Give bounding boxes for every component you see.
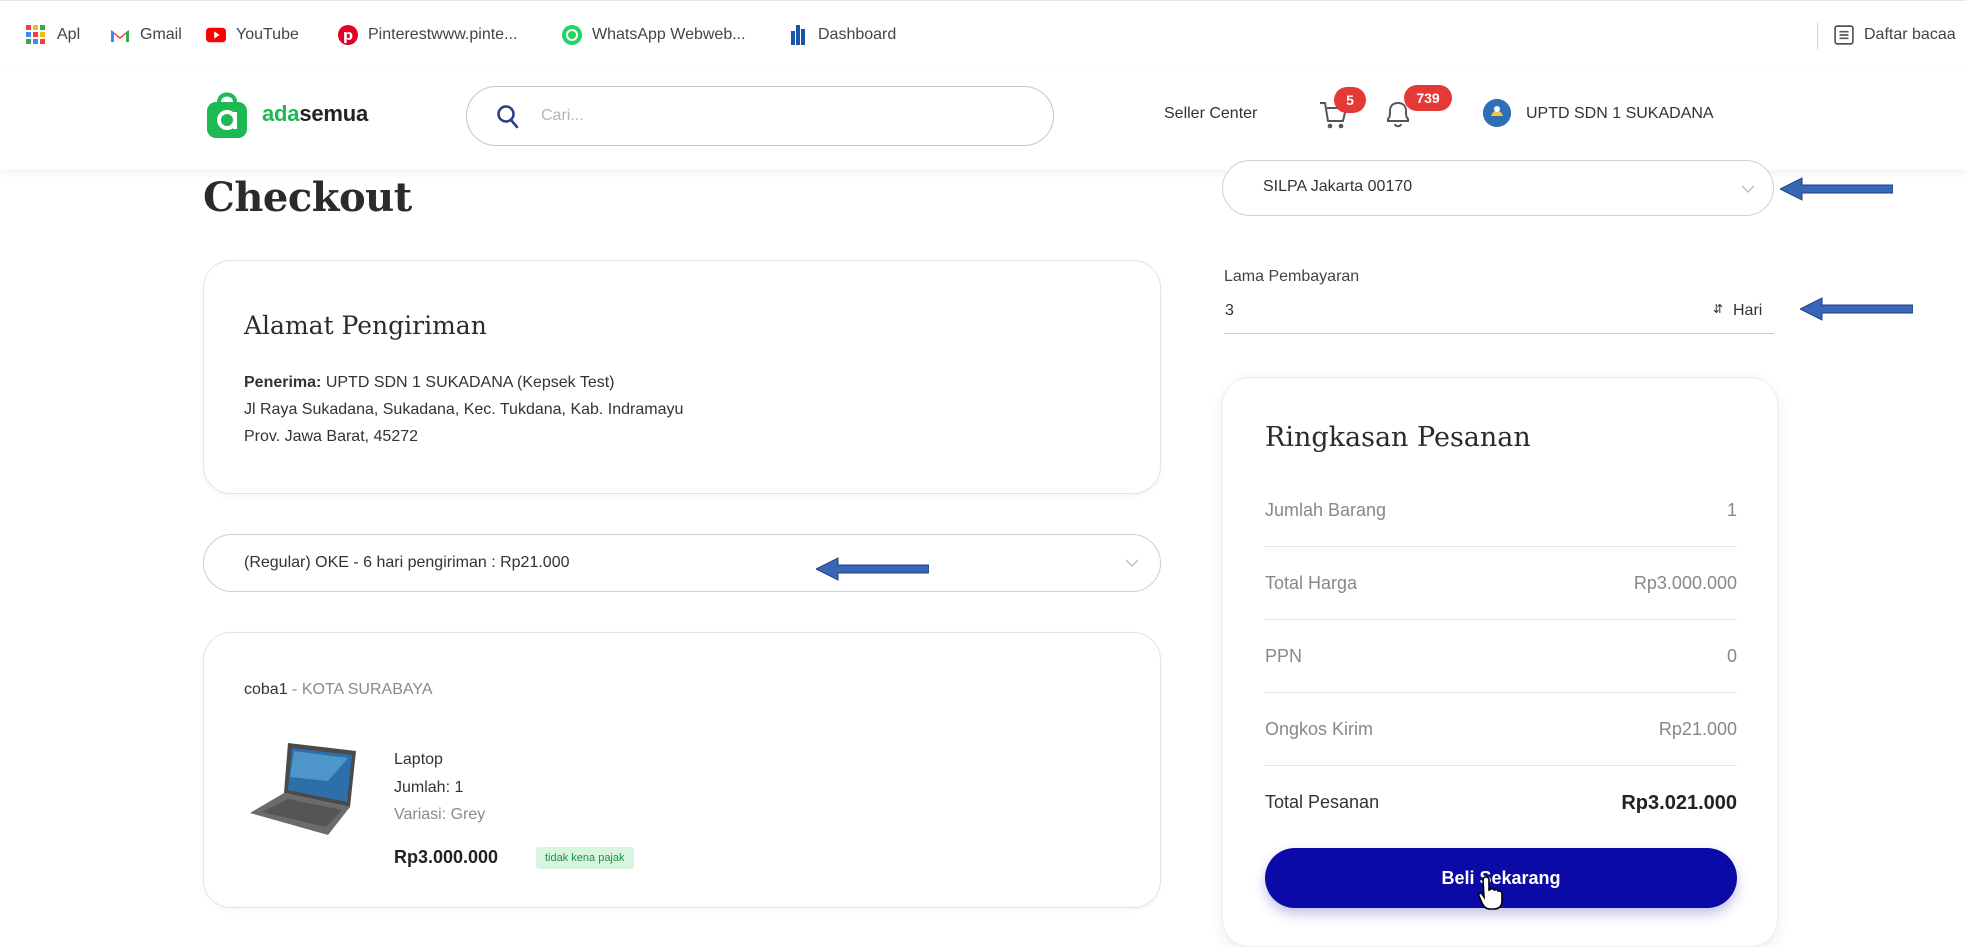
svg-text:p: p: [343, 28, 353, 44]
logo-prefix: ada: [262, 101, 300, 126]
annotation-arrow-term: [1800, 297, 1913, 321]
summary-title: Ringkasan Pesanan: [1265, 422, 1531, 453]
logo-bag-icon: [207, 92, 247, 138]
chevron-down-icon: [1125, 559, 1139, 567]
bookmark-label: Dashboard: [818, 26, 897, 43]
summary-row-shipping-cost: Ongkos Kirim Rp21.000: [1265, 693, 1737, 766]
bookmark-pinterest[interactable]: p Pinterestwww.pinte...: [338, 25, 517, 45]
whatsapp-icon: [562, 25, 582, 45]
summary-row-value: 0: [1726, 646, 1737, 666]
reading-list-icon: [1834, 25, 1854, 45]
payment-term-value[interactable]: 3: [1225, 302, 1234, 320]
hand-cursor-icon: [1477, 876, 1503, 910]
bookmark-label: WhatsApp Webweb...: [592, 26, 746, 43]
payment-account-value: SILPA Jakarta 00170: [1263, 178, 1413, 195]
product-price: Rp3.000.000: [394, 847, 499, 867]
seller-city: KOTA SURABAYA: [301, 681, 433, 698]
address-title: Alamat Pengiriman: [244, 311, 487, 340]
payment-account-select[interactable]: SILPA Jakarta 00170: [1222, 160, 1774, 216]
payment-term-field[interactable]: 3 ⇵ Hari: [1224, 296, 1774, 334]
summary-row-value: Rp21.000: [1658, 719, 1737, 739]
annotation-arrow-shipping: [816, 557, 929, 581]
apps-grid-icon: [26, 25, 45, 44]
summary-row-vat: PPN 0: [1265, 620, 1737, 693]
bookmark-apps[interactable]: Apl: [26, 25, 80, 44]
address-street: Jl Raya Sukadana, Sukadana, Kec. Tukdana…: [244, 401, 684, 418]
annotation-arrow-account: [1780, 177, 1893, 201]
notification-count-badge: 739: [1404, 85, 1452, 111]
bookmark-label: Apl: [57, 25, 81, 43]
product-name: Laptop: [394, 751, 443, 768]
dashboard-icon: [791, 25, 805, 45]
laptop-product-image: [250, 743, 356, 835]
order-total-value: Rp3.021.000: [1621, 792, 1737, 814]
reading-list-label: Daftar bacaa: [1864, 26, 1956, 43]
search-input[interactable]: [541, 101, 1021, 131]
order-total-label: Total Pesanan: [1265, 792, 1380, 812]
product-variant: Variasi: Grey: [394, 806, 486, 823]
summary-row-value: 1: [1726, 500, 1737, 520]
recipient-label: Penerima:: [244, 374, 322, 391]
tax-status-badge: tidak kena pajak: [536, 847, 634, 869]
recipient-line: Penerima: UPTD SDN 1 SUKADANA (Kepsek Te…: [244, 374, 615, 392]
bookmark-label: Pinterestwww.pinte...: [368, 26, 518, 43]
product-quantity: Jumlah: 1: [394, 779, 464, 796]
summary-row-value: Rp3.000.000: [1633, 573, 1737, 593]
summary-row-label: PPN: [1265, 646, 1303, 666]
seller-center-link[interactable]: Seller Center: [1164, 105, 1257, 123]
logo-wordmark[interactable]: adasemua: [262, 101, 368, 127]
cart-count-badge: 5: [1334, 87, 1366, 113]
seller-separator: -: [287, 681, 302, 698]
bookmark-label: Gmail: [140, 26, 182, 43]
seller-name: coba1: [244, 681, 288, 698]
shipping-method-select[interactable]: (Regular) OKE - 6 hari pengiriman : Rp21…: [203, 534, 1161, 592]
order-seller: coba1 - KOTA SURABAYA: [244, 681, 433, 699]
gmail-icon: [111, 30, 129, 42]
chevron-down-icon: [1741, 185, 1755, 193]
summary-row-label: Jumlah Barang: [1265, 500, 1387, 520]
recipient-name: UPTD SDN 1 SUKADANA (Kepsek Test): [325, 374, 615, 391]
stepper-arrows-icon[interactable]: ⇵: [1713, 302, 1723, 316]
search-bar[interactable]: [466, 86, 1054, 146]
bookmark-gmail[interactable]: Gmail: [110, 25, 182, 45]
shipping-address-card: Alamat Pengiriman Penerima: UPTD SDN 1 S…: [203, 260, 1161, 494]
payment-term-unit: Hari: [1733, 302, 1763, 319]
order-item-card: coba1 - KOTA SURABAYA Laptop Jumlah: 1 V…: [203, 632, 1161, 908]
address-province: Prov. Jawa Barat, 45272: [244, 428, 419, 445]
school-emblem-icon: [1483, 99, 1511, 127]
payment-term-label: Lama Pembayaran: [1224, 268, 1360, 285]
summary-row-total-price: Total Harga Rp3.000.000: [1265, 547, 1737, 620]
bookmarks-divider: [1817, 23, 1818, 49]
avatar[interactable]: [1483, 99, 1511, 127]
account-name[interactable]: UPTD SDN 1 SUKADANA: [1526, 105, 1714, 123]
summary-row-label: Total Harga: [1265, 573, 1358, 593]
logo-suffix: semua: [299, 101, 369, 126]
shipping-method-value: (Regular) OKE - 6 hari pengiriman : Rp21…: [244, 554, 570, 571]
bookmark-label: YouTube: [236, 26, 299, 43]
summary-row-order-total: Total Pesanan Rp3.021.000: [1265, 766, 1737, 839]
bookmark-dashboard[interactable]: Dashboard: [788, 25, 896, 45]
summary-row-label: Ongkos Kirim: [1265, 719, 1374, 739]
search-icon: [497, 105, 519, 129]
youtube-icon: [206, 27, 226, 43]
pinterest-icon: p: [338, 25, 358, 45]
order-summary-card: Ringkasan Pesanan Jumlah Barang 1 Total …: [1222, 377, 1778, 947]
page-title: Checkout: [203, 174, 412, 221]
reading-list[interactable]: Daftar bacaa: [1834, 25, 1956, 45]
bookmark-whatsapp[interactable]: WhatsApp Webweb...: [562, 25, 746, 45]
bookmark-youtube[interactable]: YouTube: [206, 25, 299, 45]
summary-row-item-count: Jumlah Barang 1: [1265, 474, 1737, 547]
bookmarks-bar: Apl Gmail YouTube p Pinterestwww.pinte..…: [0, 0, 1966, 70]
